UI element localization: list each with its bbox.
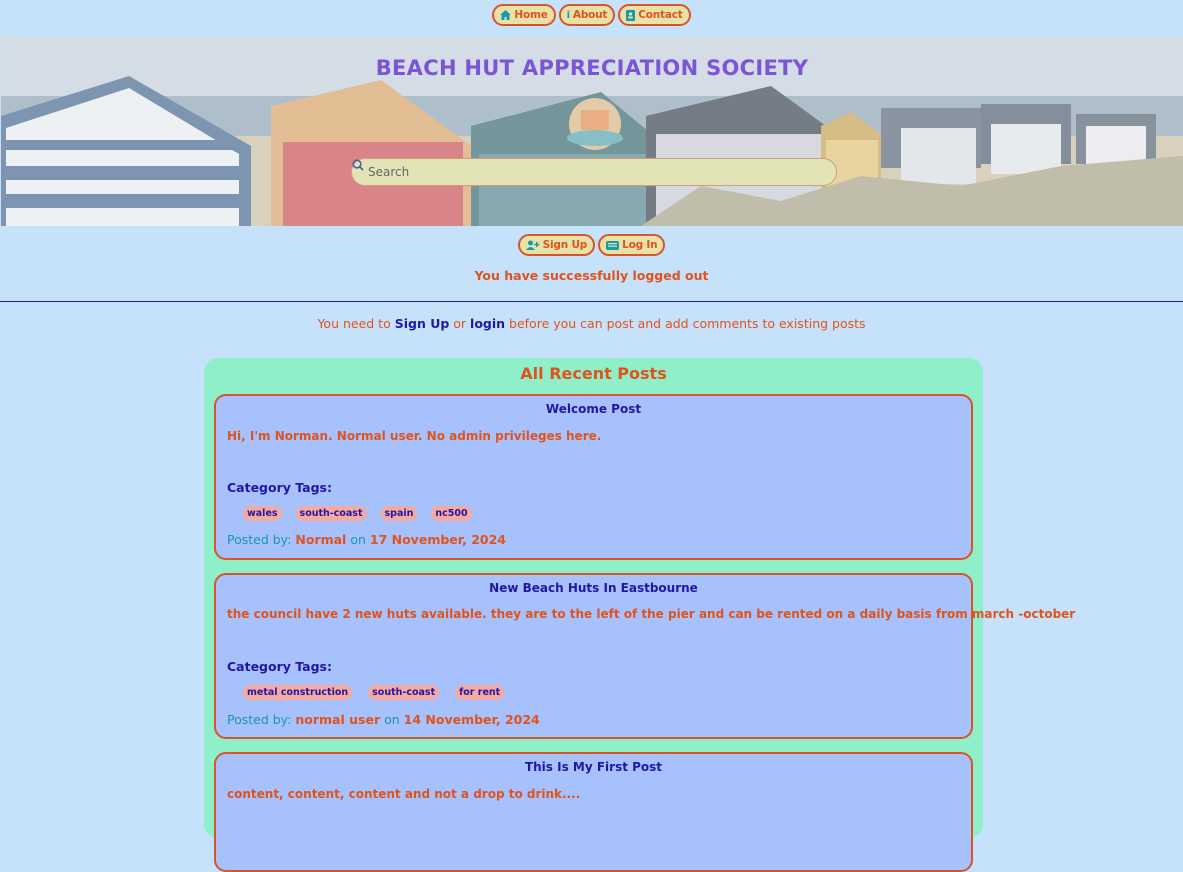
tag-list: wales south-coast spain nc500: [243, 506, 472, 521]
post-body: the council have 2 new huts available. t…: [227, 607, 1076, 621]
posted-by-label: Posted by:: [227, 532, 292, 547]
info-icon: i: [566, 9, 570, 21]
user-plus-icon: [525, 240, 540, 250]
post-card[interactable]: New Beach Huts In Eastbourne the council…: [214, 573, 1075, 739]
category-tags-label: Category Tags:: [227, 480, 332, 495]
on-label: on: [384, 712, 400, 727]
post-author: Normal: [295, 532, 347, 547]
tag[interactable]: for rent: [455, 685, 505, 700]
post-date: 14 November, 2024: [403, 712, 540, 727]
tag[interactable]: metal construction: [243, 685, 353, 700]
top-nav: Home i About Contact: [0, 4, 1183, 26]
nav-home-label: Home: [514, 9, 548, 21]
post-body: content, content, content and not a drop…: [227, 787, 581, 801]
login-button[interactable]: Log In: [598, 234, 666, 256]
nav-contact-label: Contact: [638, 9, 683, 21]
notice-middle: or: [449, 316, 471, 331]
post-date: 17 November, 2024: [369, 532, 506, 547]
tag-list: metal construction south-coast for rent: [243, 685, 505, 700]
login-label: Log In: [622, 239, 658, 251]
contact-book-icon: [626, 9, 636, 21]
post-title[interactable]: Welcome Post: [216, 402, 971, 416]
posted-by-label: Posted by:: [227, 712, 292, 727]
auth-buttons: Sign Up Log In: [0, 234, 1183, 256]
signup-button[interactable]: Sign Up: [517, 234, 596, 256]
home-icon: [500, 10, 512, 20]
divider: [0, 301, 1183, 302]
nav-home-button[interactable]: Home: [492, 4, 556, 26]
nav-about-label: About: [572, 9, 608, 21]
post-card[interactable]: Welcome Post Hi, I'm Norman. Normal user…: [214, 394, 973, 560]
status-message: You have successfully logged out: [474, 268, 709, 283]
signup-link[interactable]: Sign Up: [395, 316, 450, 331]
post-card[interactable]: This Is My First Post content, content, …: [214, 752, 973, 872]
notice-prefix: You need to: [317, 316, 395, 331]
nav-contact-button[interactable]: Contact: [618, 4, 691, 26]
login-icon: [606, 240, 620, 250]
search-input[interactable]: [366, 164, 822, 180]
on-label: on: [350, 532, 366, 547]
tag[interactable]: nc500: [431, 506, 472, 521]
login-link[interactable]: login: [470, 316, 505, 331]
category-tags-label: Category Tags:: [227, 659, 332, 674]
tag[interactable]: south-coast: [295, 506, 367, 521]
login-notice: You need to Sign Up or login before you …: [0, 316, 1183, 331]
site-title: BEACH HUT APPRECIATION SOCIETY: [375, 56, 809, 80]
posts-heading: All Recent Posts: [520, 364, 667, 383]
post-title[interactable]: New Beach Huts In Eastbourne: [216, 581, 971, 595]
post-author: normal user: [295, 712, 381, 727]
tag[interactable]: wales: [243, 506, 282, 521]
posted-by-line: Posted by: normal user on 14 November, 2…: [227, 712, 540, 727]
post-title[interactable]: This Is My First Post: [216, 760, 971, 774]
hero-banner: BEACH HUT APPRECIATION SOCIETY: [1, 36, 1183, 226]
posts-panel: All Recent Posts Welcome Post Hi, I'm No…: [204, 358, 1075, 872]
signup-label: Sign Up: [542, 239, 588, 251]
notice-suffix: before you can post and add comments to …: [505, 316, 866, 331]
tag[interactable]: spain: [380, 506, 418, 521]
nav-about-button[interactable]: i About: [558, 4, 616, 26]
search-bar[interactable]: [351, 158, 837, 186]
posted-by-line: Posted by: Normal on 17 November, 2024: [227, 532, 506, 547]
post-body: Hi, I'm Norman. Normal user. No admin pr…: [227, 429, 602, 443]
tag[interactable]: south-coast: [368, 685, 440, 700]
